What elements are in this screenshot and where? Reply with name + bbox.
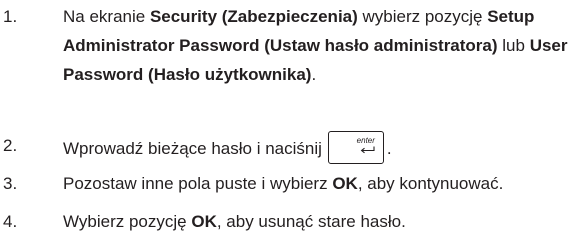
step-text: Na ekranie Security (Zabezpieczenia) wyb… [63,7,568,84]
screen-name: Security (Zabezpieczenia) [149,7,358,26]
step-number: 1. [3,7,18,26]
enter-key-label: enter [356,136,375,145]
step-text: Wybierz pozycję OK, aby usunąć stare has… [63,212,406,231]
ok-option: OK [191,212,217,231]
step-number: 3. [3,174,18,193]
step-number: 4. [3,212,18,231]
step-text: Pozostaw inne pola puste i wybierz OK, a… [63,174,504,193]
ok-option: OK [332,174,358,193]
enter-key: enter [327,131,384,164]
enter-arrow-icon [360,146,375,154]
step-number: 2. [3,136,18,155]
step-text: Wprowadź bieżące hasło i naciśnij enter. [63,131,578,164]
